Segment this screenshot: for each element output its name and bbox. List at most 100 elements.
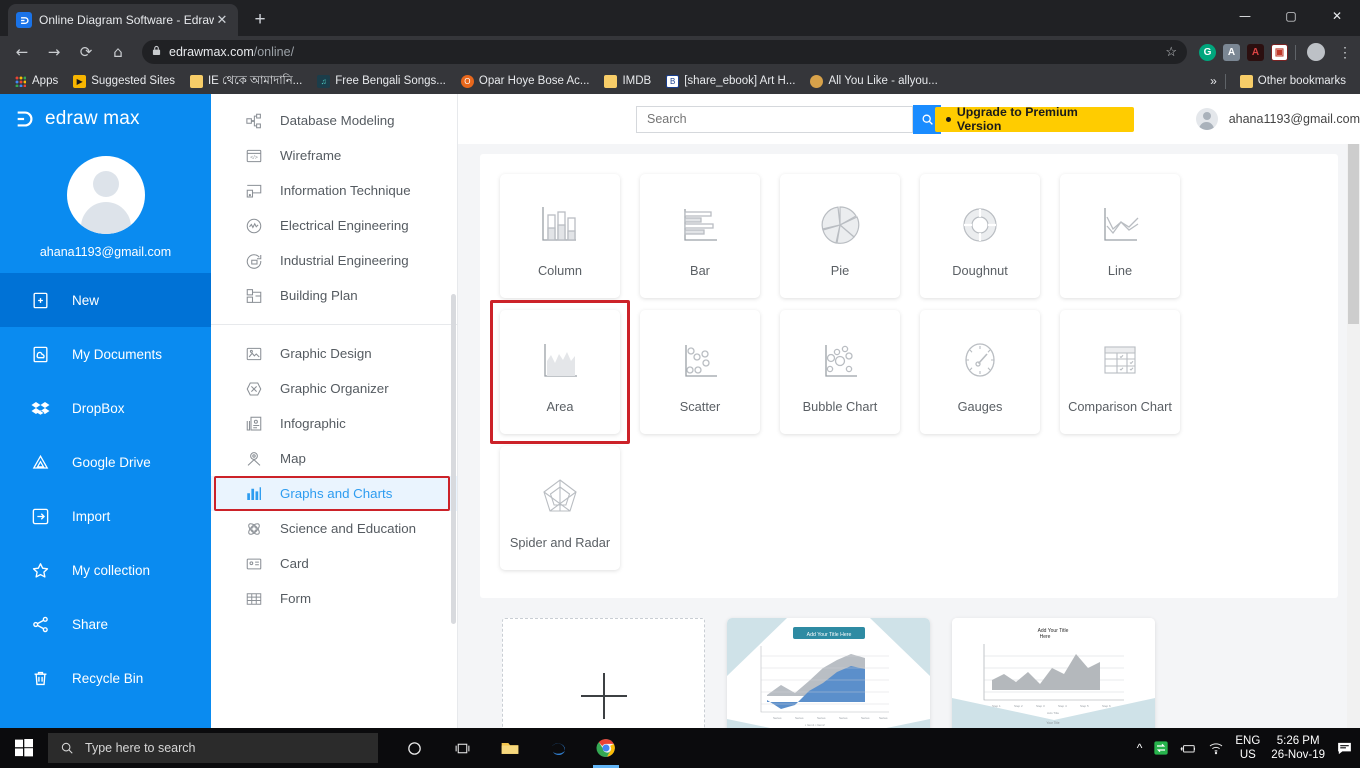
category-item-graphic-organizer[interactable]: Graphic Organizer bbox=[211, 371, 457, 406]
template-card[interactable]: Add Your Title Here Step 1 Step 2 Step 3… bbox=[952, 618, 1155, 728]
sidebar-item-recycle-bin[interactable]: Recycle Bin bbox=[0, 651, 211, 705]
chart-type-label: Area bbox=[546, 398, 574, 414]
category-item-industrial-engineering[interactable]: Industrial Engineering bbox=[211, 243, 457, 278]
chart-type-gauges[interactable]: Gauges bbox=[920, 310, 1040, 434]
forward-icon[interactable]: → bbox=[40, 38, 68, 66]
sidebar-item-new[interactable]: New bbox=[0, 273, 211, 327]
user-avatar-icon bbox=[1195, 108, 1218, 130]
close-icon[interactable]: ✕ bbox=[214, 12, 230, 28]
blank-template-card[interactable] bbox=[502, 618, 705, 728]
bookmark-free-bengali-songs[interactable]: ♫ Free Bengali Songs... bbox=[311, 73, 452, 90]
security-icon[interactable]: ▣ bbox=[1271, 43, 1288, 61]
svg-text:Series: Series bbox=[773, 716, 782, 720]
category-item-map[interactable]: Map bbox=[211, 441, 457, 476]
close-window-icon[interactable]: ✕ bbox=[1314, 0, 1360, 32]
graphic-organizer-icon bbox=[244, 379, 263, 398]
bookmark-apps[interactable]: Apps bbox=[8, 73, 64, 90]
adobe-acrobat-icon[interactable]: A bbox=[1247, 43, 1264, 61]
google-drive-icon bbox=[30, 452, 50, 472]
category-item-building-plan[interactable]: Building Plan bbox=[211, 278, 457, 313]
bookmark-ie-import[interactable]: IE থেকে আমাদানি... bbox=[184, 70, 308, 93]
chart-type-spider-radar[interactable]: Spider and Radar bbox=[500, 446, 620, 570]
category-item-science-and-education[interactable]: Science and Education bbox=[211, 511, 457, 546]
sidebar-item-my-collection[interactable]: My collection bbox=[0, 543, 211, 597]
sidebar-item-import[interactable]: Import bbox=[0, 489, 211, 543]
category-item-infographic[interactable]: Infographic bbox=[211, 406, 457, 441]
chrome-browser-icon[interactable] bbox=[584, 728, 628, 768]
file-explorer-icon[interactable] bbox=[488, 728, 532, 768]
search-input[interactable] bbox=[647, 112, 902, 126]
category-item-graphs-and-charts[interactable]: Graphs and Charts bbox=[211, 476, 457, 511]
chart-type-column[interactable]: Column bbox=[500, 174, 620, 298]
chart-type-comparison[interactable]: Comparison Chart bbox=[1060, 310, 1180, 434]
home-icon[interactable]: ⌂ bbox=[104, 38, 132, 66]
task-view-icon[interactable] bbox=[440, 728, 484, 768]
edge-browser-icon[interactable] bbox=[536, 728, 580, 768]
bookmark-label: Suggested Sites bbox=[91, 75, 175, 87]
language-indicator[interactable]: ENG US bbox=[1235, 734, 1260, 763]
taskbar-search-placeholder: Type here to search bbox=[85, 741, 196, 755]
other-bookmarks[interactable]: Other bookmarks bbox=[1234, 73, 1352, 90]
app-sidebar: edraw max ahana1193@gmail.com New My Doc… bbox=[0, 94, 211, 728]
bookmark-label: Opar Hoye Bose Ac... bbox=[478, 75, 590, 87]
bookmark-share-ebook[interactable]: B [share_ebook] Art H... bbox=[660, 73, 801, 90]
bookmark-star-icon[interactable]: ☆ bbox=[1165, 44, 1177, 60]
chart-type-bubble[interactable]: Bubble Chart bbox=[780, 310, 900, 434]
bookmark-label: IMDB bbox=[622, 75, 652, 87]
address-bar[interactable]: edrawmax.com /online/ ☆ bbox=[142, 40, 1187, 64]
chrome-menu-icon[interactable]: ⋮ bbox=[1338, 44, 1352, 61]
url-path: /online/ bbox=[253, 45, 295, 59]
bookmarks-overflow-icon[interactable]: » bbox=[1210, 74, 1217, 88]
chart-type-area[interactable]: Area bbox=[490, 300, 630, 444]
category-item-graphic-design[interactable]: Graphic Design bbox=[211, 336, 457, 371]
battery-icon[interactable] bbox=[1180, 742, 1197, 755]
grammarly-icon[interactable]: G bbox=[1199, 43, 1216, 61]
search-input-wrap[interactable] bbox=[636, 105, 913, 133]
category-scrollbar[interactable] bbox=[449, 94, 457, 728]
category-item-form[interactable]: Form bbox=[211, 581, 457, 616]
main-scrollbar[interactable] bbox=[1347, 144, 1360, 728]
account-area[interactable]: ahana1193@gmail.com bbox=[1195, 108, 1360, 130]
chart-type-line[interactable]: Line bbox=[1060, 174, 1180, 298]
category-item-card[interactable]: Card bbox=[211, 546, 457, 581]
avatar[interactable] bbox=[66, 156, 145, 234]
taskbar-search[interactable]: Type here to search bbox=[48, 733, 378, 763]
bookmark-opar-hoye-bose[interactable]: O Opar Hoye Bose Ac... bbox=[455, 73, 596, 90]
maximize-icon[interactable]: ▢ bbox=[1268, 0, 1314, 32]
new-tab-button[interactable]: + bbox=[246, 6, 274, 34]
music-icon: ♫ bbox=[317, 74, 331, 88]
sidebar-item-share[interactable]: Share bbox=[0, 597, 211, 651]
category-partial[interactable] bbox=[211, 94, 457, 103]
chart-type-pie[interactable]: Pie bbox=[780, 174, 900, 298]
category-item-electrical-engineering[interactable]: Electrical Engineering bbox=[211, 208, 457, 243]
sidebar-item-google-drive[interactable]: Google Drive bbox=[0, 435, 211, 489]
svg-text:Add Your Title Here: Add Your Title Here bbox=[807, 632, 852, 638]
minimize-icon[interactable]: — bbox=[1222, 0, 1268, 32]
template-card[interactable]: Add Your Title Here Series Series Series… bbox=[727, 618, 930, 728]
network-sync-icon[interactable] bbox=[1153, 740, 1169, 756]
windows-start-icon[interactable] bbox=[0, 728, 48, 768]
category-item-wireframe[interactable]: </> Wireframe bbox=[211, 138, 457, 173]
category-item-information-technique[interactable]: Information Technique bbox=[211, 173, 457, 208]
reload-icon[interactable]: ⟳ bbox=[72, 38, 100, 66]
wifi-icon[interactable] bbox=[1208, 741, 1224, 755]
notification-icon[interactable] bbox=[1336, 740, 1353, 757]
category-item-database-modeling[interactable]: Database Modeling bbox=[211, 103, 457, 138]
chart-type-doughnut[interactable]: Doughnut bbox=[920, 174, 1040, 298]
chart-type-scatter[interactable]: Scatter bbox=[640, 310, 760, 434]
sidebar-item-my-documents[interactable]: My Documents bbox=[0, 327, 211, 381]
svg-text:Step 2: Step 2 bbox=[1014, 704, 1023, 708]
cortana-icon[interactable] bbox=[392, 728, 436, 768]
upgrade-button[interactable]: Upgrade to Premium Version bbox=[935, 105, 1134, 133]
chrome-profile-avatar[interactable] bbox=[1307, 43, 1325, 61]
browser-tab[interactable]: Online Diagram Software - Edraw ✕ bbox=[8, 4, 238, 36]
bookmark-imdb[interactable]: IMDB bbox=[598, 73, 657, 90]
tray-chevron-icon[interactable]: ^ bbox=[1137, 741, 1143, 755]
bookmark-suggested-sites[interactable]: ▶ Suggested Sites bbox=[67, 73, 181, 90]
chart-type-bar[interactable]: Bar bbox=[640, 174, 760, 298]
bookmark-all-you-like[interactable]: All You Like - allyou... bbox=[804, 73, 943, 90]
translate-icon[interactable]: A bbox=[1223, 43, 1240, 61]
sidebar-item-dropbox[interactable]: DropBox bbox=[0, 381, 211, 435]
back-icon[interactable]: ← bbox=[8, 38, 36, 66]
clock[interactable]: 5:26 PM 26-Nov-19 bbox=[1271, 734, 1325, 763]
